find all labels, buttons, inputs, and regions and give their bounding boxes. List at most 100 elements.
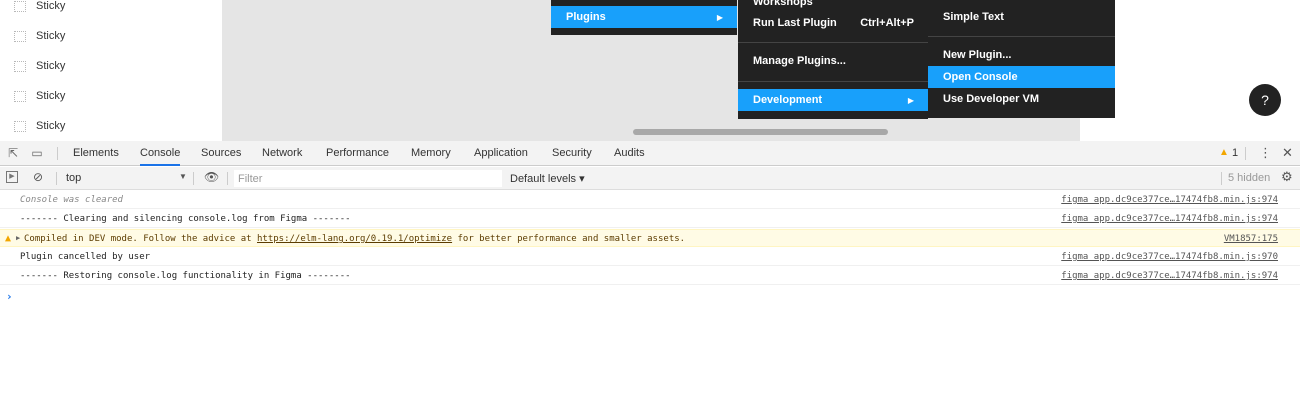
frame-icon xyxy=(14,120,26,132)
source-link[interactable]: figma_app.dc9ce377ce…17474fb8.min.js:970 xyxy=(1061,252,1278,262)
console-message: Plugin cancelled by user figma_app.dc9ce… xyxy=(0,248,1300,266)
layer-name: Sticky xyxy=(36,0,66,12)
console-message: ------- Restoring console.log functional… xyxy=(0,267,1300,285)
device-toolbar-icon[interactable]: ▭ xyxy=(30,146,44,160)
source-link[interactable]: figma_app.dc9ce377ce…17474fb8.min.js:974 xyxy=(1061,271,1278,281)
layer-name: Sticky xyxy=(36,30,66,42)
layer-item[interactable]: Sticky xyxy=(0,81,222,111)
context-selector[interactable]: top xyxy=(66,172,81,184)
shortcut-label: Ctrl+Alt+P xyxy=(860,17,914,29)
expand-arrow-icon[interactable]: ▶ xyxy=(16,234,20,242)
menu-item-label: New Plugin... xyxy=(943,49,1012,61)
message-prefix: Compiled in DEV mode. Follow the advice … xyxy=(24,234,257,244)
message-text: ------- Restoring console.log functional… xyxy=(20,271,351,281)
layer-item[interactable]: Sticky xyxy=(0,51,222,81)
layer-item[interactable]: Sticky xyxy=(0,21,222,51)
menu-item-label: Manage Plugins... xyxy=(753,55,846,67)
log-levels-dropdown[interactable]: Default levels ▾ xyxy=(510,172,585,185)
menu-item-label: Development xyxy=(753,94,823,106)
tab-performance[interactable]: Performance xyxy=(326,141,389,166)
chevron-down-icon[interactable]: ▼ xyxy=(179,172,187,181)
layer-name: Sticky xyxy=(36,60,66,72)
menu-item-simple-text[interactable]: Simple Text xyxy=(928,6,1115,28)
message-text: ------- Clearing and silencing console.l… xyxy=(20,214,351,224)
menu-item-label: Simple Text xyxy=(943,11,1004,23)
warning-icon: ▲ xyxy=(5,233,12,244)
message-text: Compiled in DEV mode. Follow the advice … xyxy=(24,234,685,244)
warning-count[interactable]: 1 xyxy=(1232,147,1238,159)
message-suffix: for better performance and smaller asset… xyxy=(452,234,686,244)
source-link[interactable]: figma_app.dc9ce377ce…17474fb8.min.js:974 xyxy=(1061,195,1278,205)
menu-item-development[interactable]: Development ▶ xyxy=(738,89,928,111)
console-warning: ▲ ▶ Compiled in DEV mode. Follow the adv… xyxy=(0,229,1300,247)
tab-elements[interactable]: Elements xyxy=(73,141,119,166)
frame-icon xyxy=(14,30,26,42)
toolbar-divider xyxy=(57,147,58,160)
tab-application[interactable]: Application xyxy=(474,141,528,166)
message-text: Plugin cancelled by user xyxy=(20,252,151,262)
tab-sources[interactable]: Sources xyxy=(201,141,241,166)
figma-app: Sticky Sticky Sticky Sticky Sticky ? Plu… xyxy=(0,0,1300,141)
plugins-submenu: Workshops Run Last Plugin Ctrl+Alt+P Man… xyxy=(738,0,928,119)
submenu-arrow-icon: ▶ xyxy=(716,12,723,22)
clear-console-icon[interactable]: ⊘ xyxy=(33,170,43,184)
console-output: Console was cleared figma_app.dc9ce377ce… xyxy=(0,191,1300,414)
frame-icon xyxy=(14,60,26,72)
tab-network[interactable]: Network xyxy=(262,141,302,166)
frame-icon xyxy=(14,0,26,12)
message-text: Console was cleared xyxy=(20,195,123,205)
tab-console[interactable]: Console xyxy=(140,141,181,166)
menu-item-label: Run Last Plugin xyxy=(753,17,837,29)
frame-icon xyxy=(14,90,26,102)
layer-name: Sticky xyxy=(36,120,66,132)
warning-icon: ▲ xyxy=(1219,147,1229,158)
console-message: ------- Clearing and silencing console.l… xyxy=(0,210,1300,228)
tab-security[interactable]: Security xyxy=(552,141,592,166)
horizontal-scrollbar[interactable] xyxy=(633,129,888,135)
layer-item[interactable]: Sticky xyxy=(0,111,222,141)
message-link[interactable]: https://elm-lang.org/0.19.1/optimize xyxy=(257,234,452,244)
menu-item-use-developer-vm[interactable]: Use Developer VM xyxy=(928,88,1115,110)
menu-item-label: Use Developer VM xyxy=(943,93,1039,105)
devtools-panel: ⇱ ▭ Elements Console Sources Network Per… xyxy=(0,141,1300,414)
toolbar-divider xyxy=(193,172,194,185)
menu-item-run-last-plugin[interactable]: Run Last Plugin Ctrl+Alt+P xyxy=(738,12,928,34)
toolbar-divider xyxy=(1245,147,1246,160)
menu-divider xyxy=(738,81,928,82)
layer-name: Sticky xyxy=(36,90,66,102)
show-sidebar-icon[interactable]: ▶ xyxy=(6,171,18,183)
toolbar-divider xyxy=(227,172,228,185)
menu-item-new-plugin[interactable]: New Plugin... xyxy=(928,44,1115,66)
devtools-tabbar: ⇱ ▭ Elements Console Sources Network Per… xyxy=(0,141,1300,166)
menu-item-label: Workshops xyxy=(753,0,813,8)
menu-item-label: Open Console xyxy=(943,71,1018,83)
console-prompt-icon[interactable]: › xyxy=(6,290,13,303)
menu-item-open-console[interactable]: Open Console xyxy=(928,66,1115,88)
console-message: Console was cleared figma_app.dc9ce377ce… xyxy=(0,191,1300,209)
layers-panel: Sticky Sticky Sticky Sticky Sticky xyxy=(0,0,222,141)
menu-item-plugins[interactable]: Plugins ▶ xyxy=(551,6,737,28)
menu-item-manage-plugins[interactable]: Manage Plugins... xyxy=(738,50,928,72)
development-submenu: Simple Text New Plugin... Open Console U… xyxy=(928,0,1115,118)
submenu-arrow-icon: ▶ xyxy=(907,95,914,105)
layer-item[interactable]: Sticky xyxy=(0,0,222,21)
help-button[interactable]: ? xyxy=(1249,84,1281,116)
hidden-count[interactable]: 5 hidden xyxy=(1228,172,1270,184)
close-icon[interactable]: ✕ xyxy=(1282,145,1293,161)
filter-input[interactable] xyxy=(234,170,502,187)
menu-item-label: Plugins xyxy=(566,11,606,23)
tab-memory[interactable]: Memory xyxy=(411,141,451,166)
toolbar-divider xyxy=(56,172,57,185)
eye-icon[interactable]: 👁 xyxy=(204,170,219,184)
main-menu: Plugins ▶ xyxy=(551,0,737,35)
menu-divider xyxy=(738,42,928,43)
tab-audits[interactable]: Audits xyxy=(614,141,645,166)
toolbar-divider xyxy=(1221,172,1222,185)
source-link[interactable]: VM1857:175 xyxy=(1224,234,1278,244)
source-link[interactable]: figma_app.dc9ce377ce…17474fb8.min.js:974 xyxy=(1061,214,1278,224)
kebab-menu-icon[interactable]: ⋮ xyxy=(1259,145,1272,161)
console-filterbar: ▶ ⊘ top ▼ 👁 Default levels ▾ 5 hidden ⚙ xyxy=(0,167,1300,190)
menu-divider xyxy=(928,36,1115,37)
inspect-element-icon[interactable]: ⇱ xyxy=(6,146,20,160)
gear-icon[interactable]: ⚙ xyxy=(1281,169,1293,185)
